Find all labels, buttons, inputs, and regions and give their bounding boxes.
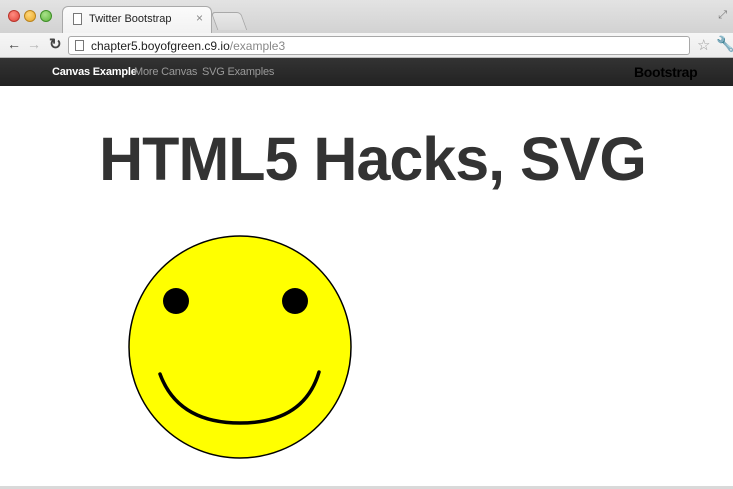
- star-icon[interactable]: ☆: [697, 36, 710, 54]
- smiley-face: [128, 235, 352, 459]
- close-icon[interactable]: ×: [196, 11, 203, 25]
- zoom-window-button[interactable]: [40, 10, 52, 22]
- page-icon: [73, 13, 82, 25]
- wrench-icon[interactable]: 🔧: [716, 35, 733, 53]
- new-tab-button[interactable]: [210, 12, 248, 30]
- url-text[interactable]: chapter5.boyofgreen.c9.io/example3: [91, 39, 285, 53]
- browser-toolbar: ← → ↻ chapter5.boyofgreen.c9.io/example3…: [0, 33, 733, 58]
- reload-icon[interactable]: ↻: [49, 35, 62, 53]
- page-navbar: Canvas Example More Canvas SVG Examples …: [0, 58, 733, 86]
- page-title: HTML5 Hacks, SVG: [99, 125, 647, 193]
- left-eye: [163, 288, 189, 314]
- forward-icon[interactable]: →: [27, 36, 41, 52]
- right-eye: [282, 288, 308, 314]
- page-icon: [75, 40, 84, 51]
- resize-icon[interactable]: ⤢: [718, 9, 727, 22]
- address-bar[interactable]: chapter5.boyofgreen.c9.io/example3: [68, 36, 690, 55]
- nav-item-more-canvas[interactable]: More Canvas: [134, 66, 197, 78]
- page-content: HTML5 Hacks, SVG: [0, 86, 733, 489]
- url-host: chapter5.boyofgreen.c9.io: [91, 39, 230, 53]
- brand-link[interactable]: Bootstrap: [634, 64, 698, 80]
- browser-tab[interactable]: Twitter Bootstrap ×: [62, 6, 212, 33]
- tab-title: Twitter Bootstrap: [89, 13, 172, 25]
- browser-titlebar: Twitter Bootstrap × ⤢: [0, 0, 733, 33]
- nav-item-canvas-example[interactable]: Canvas Example: [52, 66, 137, 78]
- nav-item-svg-examples[interactable]: SVG Examples: [202, 66, 274, 78]
- close-window-button[interactable]: [8, 10, 20, 22]
- minimize-window-button[interactable]: [24, 10, 36, 22]
- url-path: /example3: [229, 39, 286, 53]
- back-icon[interactable]: ←: [7, 36, 21, 52]
